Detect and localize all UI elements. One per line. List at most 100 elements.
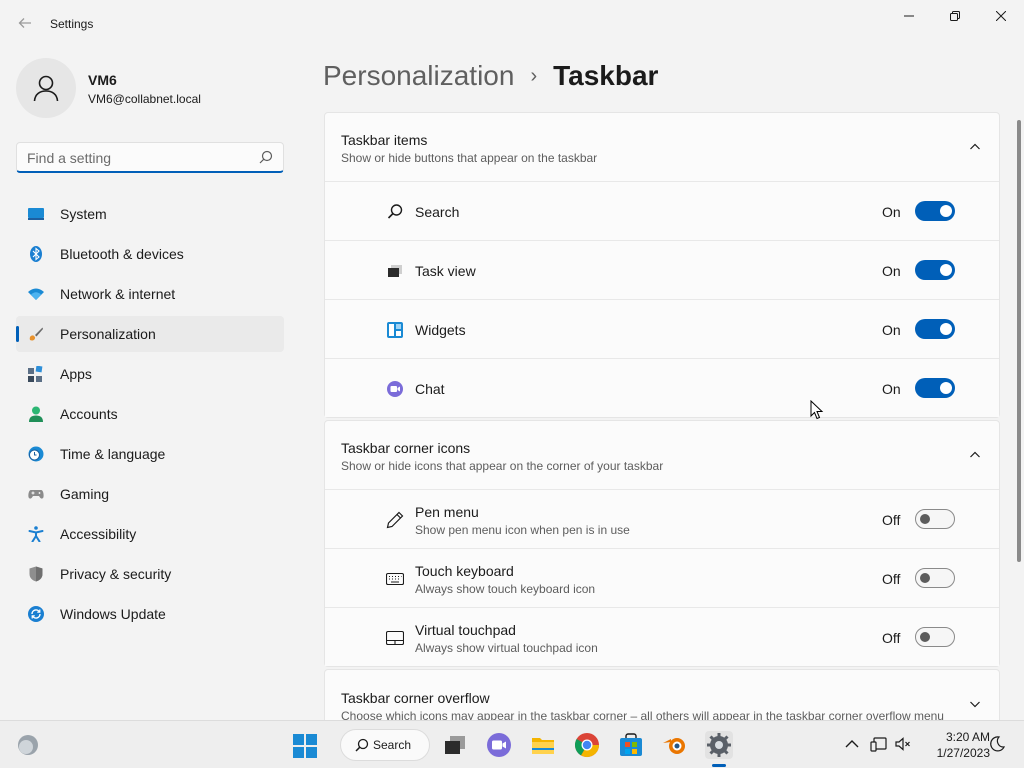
pen-icon: [386, 511, 404, 529]
taskbar-search-button[interactable]: Search: [340, 729, 430, 761]
section-subtitle: Show or hide buttons that appear on the …: [341, 151, 598, 165]
setting-label: Touch keyboard: [415, 563, 514, 579]
corner-icons-header[interactable]: Taskbar corner icons Show or hide icons …: [325, 421, 999, 489]
setting-row-pen-menu: Pen menu Show pen menu icon when pen is …: [325, 489, 999, 548]
search-input[interactable]: [27, 148, 247, 168]
widgets-icon: [387, 322, 403, 338]
network-display-icon[interactable]: [870, 735, 888, 753]
windows-taskbar: Search 3:20 AM 1/27/2023: [0, 720, 1024, 768]
minimize-button[interactable]: [886, 0, 932, 32]
app-title: Settings: [50, 17, 94, 31]
toggle-state-text: Off: [882, 512, 901, 528]
setting-label: Chat: [415, 381, 445, 397]
accessibility-icon: [28, 526, 44, 542]
profile-name: VM6: [88, 72, 117, 88]
wifi-icon: [28, 288, 44, 300]
setting-label: Pen menu: [415, 504, 479, 520]
sidebar-item-label: Privacy & security: [60, 566, 172, 582]
sidebar-item-label: Gaming: [60, 486, 110, 502]
sidebar-item-bluetooth[interactable]: Bluetooth & devices: [16, 236, 284, 272]
active-app-indicator: [712, 764, 726, 767]
toggle-state-text: On: [882, 263, 901, 279]
sidebar-item-windows-update[interactable]: Windows Update: [16, 596, 284, 632]
task-view-toggle[interactable]: [915, 260, 955, 280]
widgets-toggle[interactable]: [915, 319, 955, 339]
settings-taskbar-button[interactable]: [705, 731, 733, 759]
sidebar-item-accessibility[interactable]: Accessibility: [16, 516, 284, 552]
sidebar-item-gaming[interactable]: Gaming: [16, 476, 284, 512]
chevron-up-icon: [970, 143, 980, 150]
toggle-knob: [940, 382, 952, 394]
shield-icon: [29, 566, 43, 582]
chevron-up-icon[interactable]: [843, 735, 861, 753]
teams-chat-icon[interactable]: [485, 731, 513, 759]
setting-label: Widgets: [415, 322, 466, 338]
sidebar-item-personalization[interactable]: Personalization: [16, 316, 284, 352]
microsoft-store-icon[interactable]: [617, 731, 645, 759]
blender-icon[interactable]: [661, 731, 689, 759]
sidebar-item-label: Apps: [60, 366, 92, 382]
taskbar-corner-overflow-section[interactable]: Taskbar corner overflow Choose which ico…: [324, 669, 1000, 720]
taskbar-corner-icons-section: Taskbar corner icons Show or hide icons …: [324, 420, 1000, 667]
page-title: Taskbar: [553, 60, 659, 91]
sidebar-item-label: Bluetooth & devices: [60, 246, 184, 262]
chrome-icon[interactable]: [573, 731, 601, 759]
taskbar-items-section: Taskbar items Show or hide buttons that …: [324, 112, 1000, 418]
weather-widget-icon[interactable]: [16, 733, 40, 757]
setting-label: Task view: [415, 263, 476, 279]
setting-row-widgets: Widgets On: [325, 299, 999, 358]
sidebar-item-label: Network & internet: [60, 286, 176, 302]
toggle-knob: [940, 205, 952, 217]
bluetooth-icon: [30, 246, 42, 262]
sidebar-item-time-language[interactable]: Time & language: [16, 436, 284, 472]
controller-icon: [28, 490, 44, 499]
virtual-touchpad-toggle[interactable]: [915, 627, 955, 647]
setting-description: Always show touch keyboard icon: [415, 582, 596, 596]
clock[interactable]: 3:20 AM 1/27/2023: [920, 729, 990, 761]
taskbar-items-header[interactable]: Taskbar items Show or hide buttons that …: [325, 113, 999, 181]
setting-row-search: Search On: [325, 181, 999, 240]
profile-email: VM6@collabnet.local: [88, 92, 201, 106]
person-icon: [33, 75, 59, 102]
task-view-icon[interactable]: [441, 731, 469, 759]
start-button-icon[interactable]: [292, 733, 318, 759]
setting-row-chat: Chat On: [325, 358, 999, 417]
setting-row-touch-keyboard: Touch keyboard Always show touch keyboar…: [325, 548, 999, 607]
toggle-state-text: On: [882, 204, 901, 220]
chat-toggle[interactable]: [915, 378, 955, 398]
close-icon: [996, 11, 1006, 21]
close-button[interactable]: [978, 0, 1024, 32]
section-title: Taskbar items: [341, 132, 428, 148]
scrollbar[interactable]: [1017, 120, 1021, 562]
sidebar-item-label: Accessibility: [60, 526, 137, 542]
search-toggle[interactable]: [915, 201, 955, 221]
pen-menu-toggle[interactable]: [915, 509, 955, 529]
user-profile[interactable]: VM6 VM6@collabnet.local: [16, 58, 286, 118]
sidebar-nav: System Bluetooth & devices Network & int…: [16, 196, 284, 636]
file-explorer-icon[interactable]: [529, 731, 557, 759]
sidebar-item-label: Personalization: [60, 326, 156, 342]
settings-gear-icon: [707, 733, 731, 757]
sidebar-item-label: Accounts: [60, 406, 118, 422]
sidebar-item-label: System: [60, 206, 107, 222]
back-button[interactable]: [12, 10, 38, 36]
sidebar-item-network[interactable]: Network & internet: [16, 276, 284, 312]
toggle-knob: [940, 323, 952, 335]
chevron-down-icon: [970, 701, 980, 708]
section-subtitle: Show or hide icons that appear on the co…: [341, 459, 664, 473]
breadcrumb-separator: ›: [530, 64, 538, 87]
setting-description: Show pen menu icon when pen is in use: [415, 523, 630, 537]
setting-label: Search: [415, 204, 460, 220]
sidebar-item-system[interactable]: System: [16, 196, 284, 232]
sidebar-item-apps[interactable]: Apps: [16, 356, 284, 392]
volume-muted-icon[interactable]: [894, 735, 912, 753]
section-subtitle: Choose which icons may appear in the tas…: [341, 709, 944, 720]
touch-keyboard-toggle[interactable]: [915, 568, 955, 588]
breadcrumb-parent-link[interactable]: Personalization: [323, 60, 514, 92]
focus-moon-icon[interactable]: [988, 735, 1006, 753]
find-setting-search[interactable]: [16, 142, 284, 173]
maximize-button[interactable]: [932, 0, 978, 32]
sidebar-item-privacy-security[interactable]: Privacy & security: [16, 556, 284, 592]
sidebar-item-accounts[interactable]: Accounts: [16, 396, 284, 432]
chat-icon: [387, 381, 403, 397]
